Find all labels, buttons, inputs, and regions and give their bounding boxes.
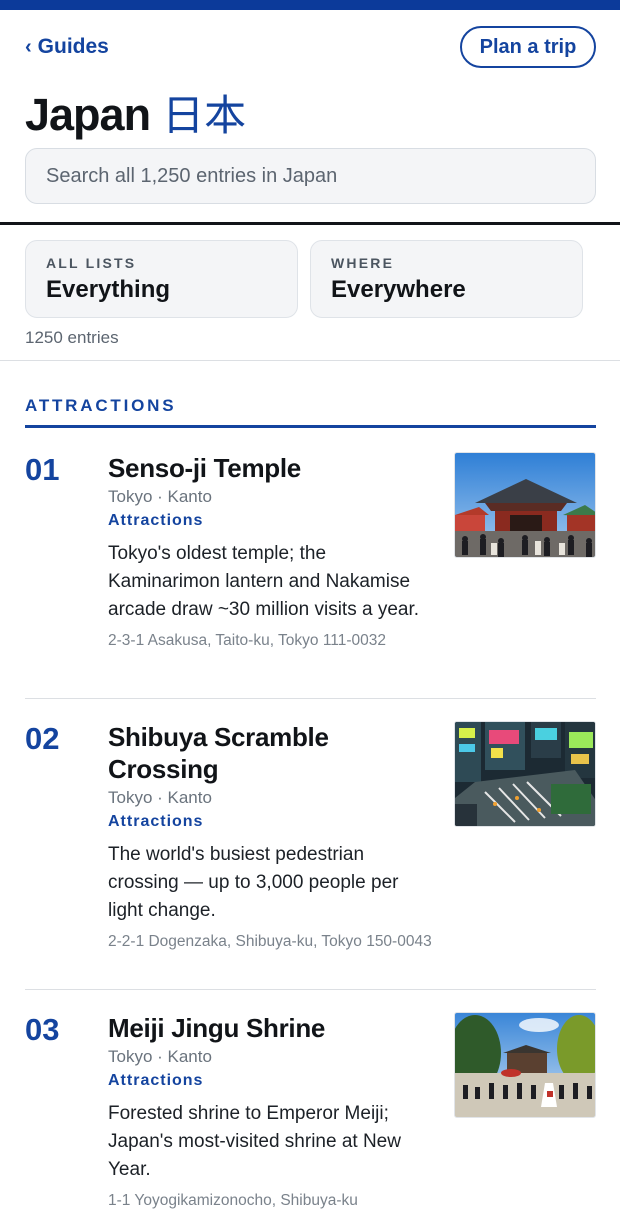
entry-name[interactable]: Meiji Jingu Shrine bbox=[108, 1012, 438, 1044]
entry-address: 2-2-1 Dogenzaka, Shibuya-ku, Tokyo 150-0… bbox=[108, 933, 432, 950]
back-link-label: Guides bbox=[37, 35, 109, 58]
guide-header: ‹ Guides Plan a trip Japan 日本 bbox=[0, 10, 620, 224]
entry-number: 01 bbox=[25, 452, 60, 487]
header-divider bbox=[0, 222, 620, 225]
plan-trip-button[interactable]: Plan a trip bbox=[460, 26, 596, 68]
where-filter[interactable]: WHERE Everywhere bbox=[310, 240, 583, 318]
section-title: ATTRACTIONS bbox=[25, 396, 177, 415]
entry-category[interactable]: Attractions bbox=[108, 811, 438, 833]
top-accent-bar bbox=[0, 0, 620, 10]
entries-count: 1250 entries bbox=[25, 328, 119, 347]
entry-divider bbox=[25, 698, 596, 699]
entry-name[interactable]: Shibuya Scramble Crossing bbox=[108, 721, 438, 785]
entry-body: Shibuya Scramble Crossing Tokyo · Kanto … bbox=[108, 721, 438, 951]
section-divider bbox=[25, 425, 596, 428]
search-input[interactable] bbox=[25, 148, 596, 204]
entry-location: Tokyo · Kanto bbox=[108, 788, 212, 807]
entry-location: Tokyo · Kanto bbox=[108, 1047, 212, 1066]
filters-divider bbox=[0, 360, 620, 361]
entry-number: 03 bbox=[25, 1012, 60, 1047]
page-title: Japan 日本 bbox=[25, 82, 246, 143]
lists-filter-value: Everything bbox=[46, 276, 171, 303]
page-title-native: 日本 bbox=[162, 91, 247, 140]
entry-number: 02 bbox=[25, 721, 60, 756]
shrine-photo[interactable] bbox=[454, 1012, 596, 1118]
lists-filter-label: ALL LISTS bbox=[46, 255, 137, 271]
lists-filter[interactable]: ALL LISTS Everything bbox=[25, 240, 298, 318]
entry-description: The world's busiest pedestrian crossing … bbox=[108, 844, 399, 921]
entry-name[interactable]: Senso-ji Temple bbox=[108, 452, 438, 484]
entry-body: Meiji Jingu Shrine Tokyo · Kanto Attract… bbox=[108, 1012, 438, 1210]
temple-photo[interactable] bbox=[454, 452, 596, 558]
entry-divider bbox=[25, 989, 596, 990]
entry-location: Tokyo · Kanto bbox=[108, 487, 212, 506]
page-title-text: Japan bbox=[25, 89, 151, 140]
back-to-guides-link[interactable]: ‹ Guides bbox=[25, 35, 109, 59]
where-filter-value: Everywhere bbox=[331, 276, 466, 303]
entry-description: Forested shrine to Emperor Meiji; Japan'… bbox=[108, 1103, 401, 1180]
crossing-photo[interactable] bbox=[454, 721, 596, 827]
where-filter-label: WHERE bbox=[331, 255, 395, 271]
entry-category[interactable]: Attractions bbox=[108, 1070, 438, 1092]
entry-address: 1-1 Yoyogikamizonocho, Shibuya-ku bbox=[108, 1192, 358, 1209]
entry-address: 2-3-1 Asakusa, Taito-ku, Tokyo 111-0032 bbox=[108, 632, 387, 649]
entry-category[interactable]: Attractions bbox=[108, 510, 438, 532]
entry-description: Tokyo's oldest temple; the Kaminarimon l… bbox=[108, 543, 420, 620]
chevron-left-icon: ‹ bbox=[25, 36, 32, 58]
entry-body: Senso-ji Temple Tokyo · Kanto Attraction… bbox=[108, 452, 438, 650]
